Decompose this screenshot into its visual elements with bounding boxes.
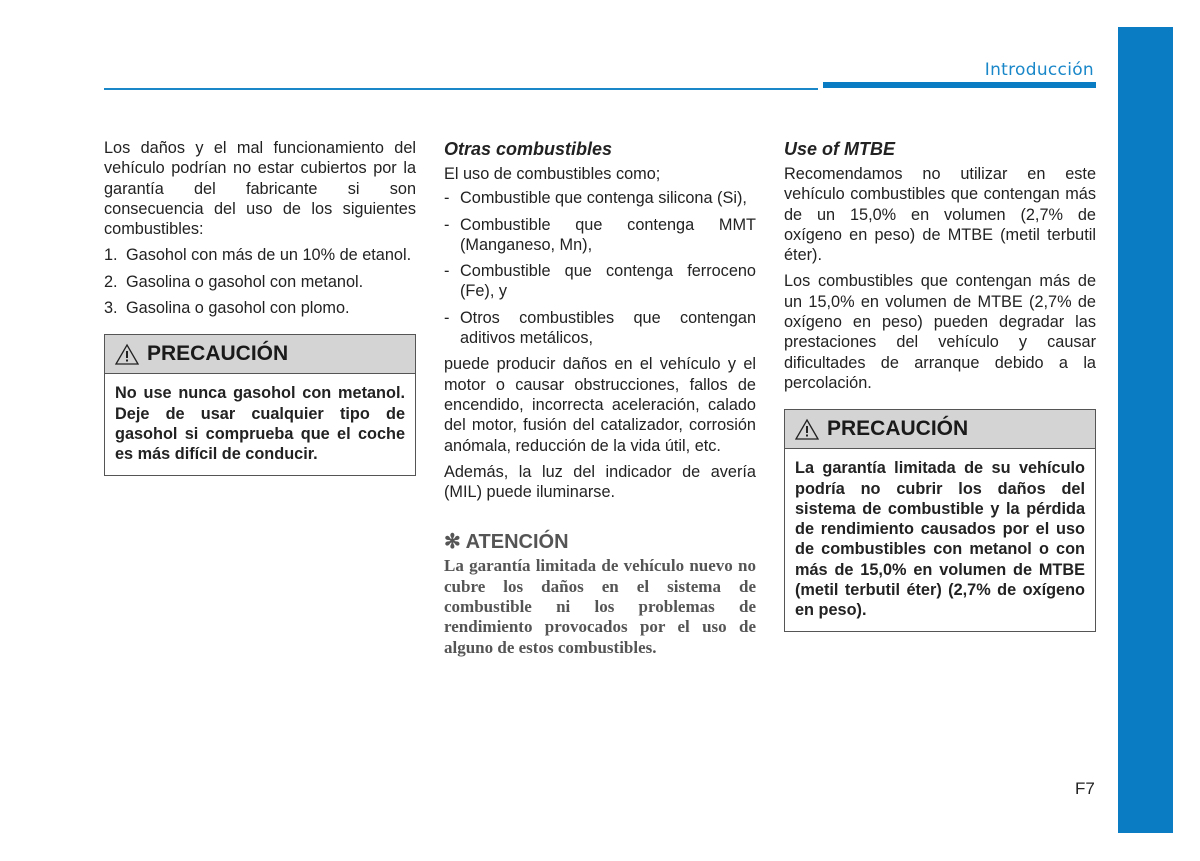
caution-title: PRECAUCIÓN — [147, 342, 289, 366]
page-number: F7 — [1075, 779, 1095, 798]
column-1: Los daños y el mal funcionamiento del ve… — [104, 138, 416, 476]
intro-paragraph: El uso de combustibles como; — [444, 165, 661, 183]
list-item-text: Gasolina o gasohol con plomo. — [126, 299, 350, 318]
list-item-text: Gasohol con más de un 10% de etanol. — [126, 246, 412, 265]
attention-title: ATENCIÓN — [465, 531, 569, 554]
caution-text: La garantía limitada de su vehículo podr… — [795, 459, 1085, 620]
list-item-text: Combustible que contenga ferroceno (Fe),… — [460, 262, 756, 301]
caution-header: PRECAUCIÓN — [105, 335, 415, 375]
section-heading: Otras combustibles — [444, 139, 613, 159]
list-marker: 1. — [104, 246, 118, 265]
attention-text: La garantía limitada de vehículo nuevo n… — [444, 556, 756, 657]
section-title: Introducción — [984, 60, 1094, 80]
list-item: 1. Gasohol con más de un 10% de etanol. — [104, 245, 416, 265]
list-item: - Combustible que contenga silicona (Si), — [444, 188, 756, 208]
caution-text: No use nunca gasohol con metanol. Deje d… — [115, 384, 405, 464]
list-marker: - — [444, 215, 450, 234]
asterisk-icon: ✻ — [444, 531, 461, 554]
caution-header: PRECAUCIÓN — [785, 410, 1095, 450]
list-item: - Combustible que contenga ferroceno (Fe)… — [444, 261, 756, 302]
intro-paragraph: Los daños y el mal funcionamiento del ve… — [104, 139, 416, 239]
list-marker: 2. — [104, 272, 118, 291]
list-item: 3. Gasolina o gasohol con plomo. — [104, 298, 416, 318]
list-item: - Combustible que contenga MMT (Manganeso… — [444, 215, 756, 256]
list-item-text: Gasolina o gasohol con metanol. — [126, 272, 364, 291]
warning-triangle-icon — [115, 344, 139, 366]
list-marker: 3. — [104, 299, 118, 318]
list-item-text: Combustible que contenga silicona (Si), — [460, 189, 747, 208]
consequences-paragraph: puede producir daños en el vehículo y el… — [444, 355, 756, 455]
fuel-list: 1. Gasohol con más de un 10% de etanol. 2… — [104, 245, 416, 318]
column-3: Use of MTBE Recomendamos no utilizar en … — [784, 138, 1096, 632]
header-rule-thin — [104, 88, 818, 90]
column-2: Otras combustibles El uso de combustible… — [444, 138, 756, 658]
mil-paragraph: Además, la luz del indicador de avería (… — [444, 462, 756, 502]
mtbe-paragraph-1: Recomendamos no utilizar en este vehícul… — [784, 165, 1096, 265]
caution-box: PRECAUCIÓN No use nunca gasohol con meta… — [104, 334, 416, 476]
list-item: - Otros combustibles que contengan aditiv… — [444, 308, 756, 349]
chapter-side-tab — [1118, 27, 1173, 833]
list-item: 2. Gasolina o gasohol con metanol. — [104, 272, 416, 292]
fuel-type-list: - Combustible que contenga silicona (Si),… — [444, 188, 756, 348]
list-marker: - — [444, 189, 450, 208]
header-rule-thick — [823, 82, 1096, 88]
section-heading: Use of MTBE — [784, 139, 896, 159]
list-marker: - — [444, 262, 450, 281]
list-item-text: Combustible que contenga MMT (Manganeso,… — [460, 215, 756, 254]
warning-triangle-icon — [795, 418, 819, 440]
caution-title: PRECAUCIÓN — [827, 417, 969, 441]
list-item-text: Otros combustibles que contengan aditivo… — [460, 308, 756, 348]
caution-box: PRECAUCIÓN La garantía limitada de su ve… — [784, 409, 1096, 632]
attention-heading: ✻ ATENCIÓN — [444, 530, 756, 554]
mtbe-paragraph-2: Los combustibles que contengan más de un… — [784, 272, 1096, 392]
list-marker: - — [444, 308, 450, 327]
